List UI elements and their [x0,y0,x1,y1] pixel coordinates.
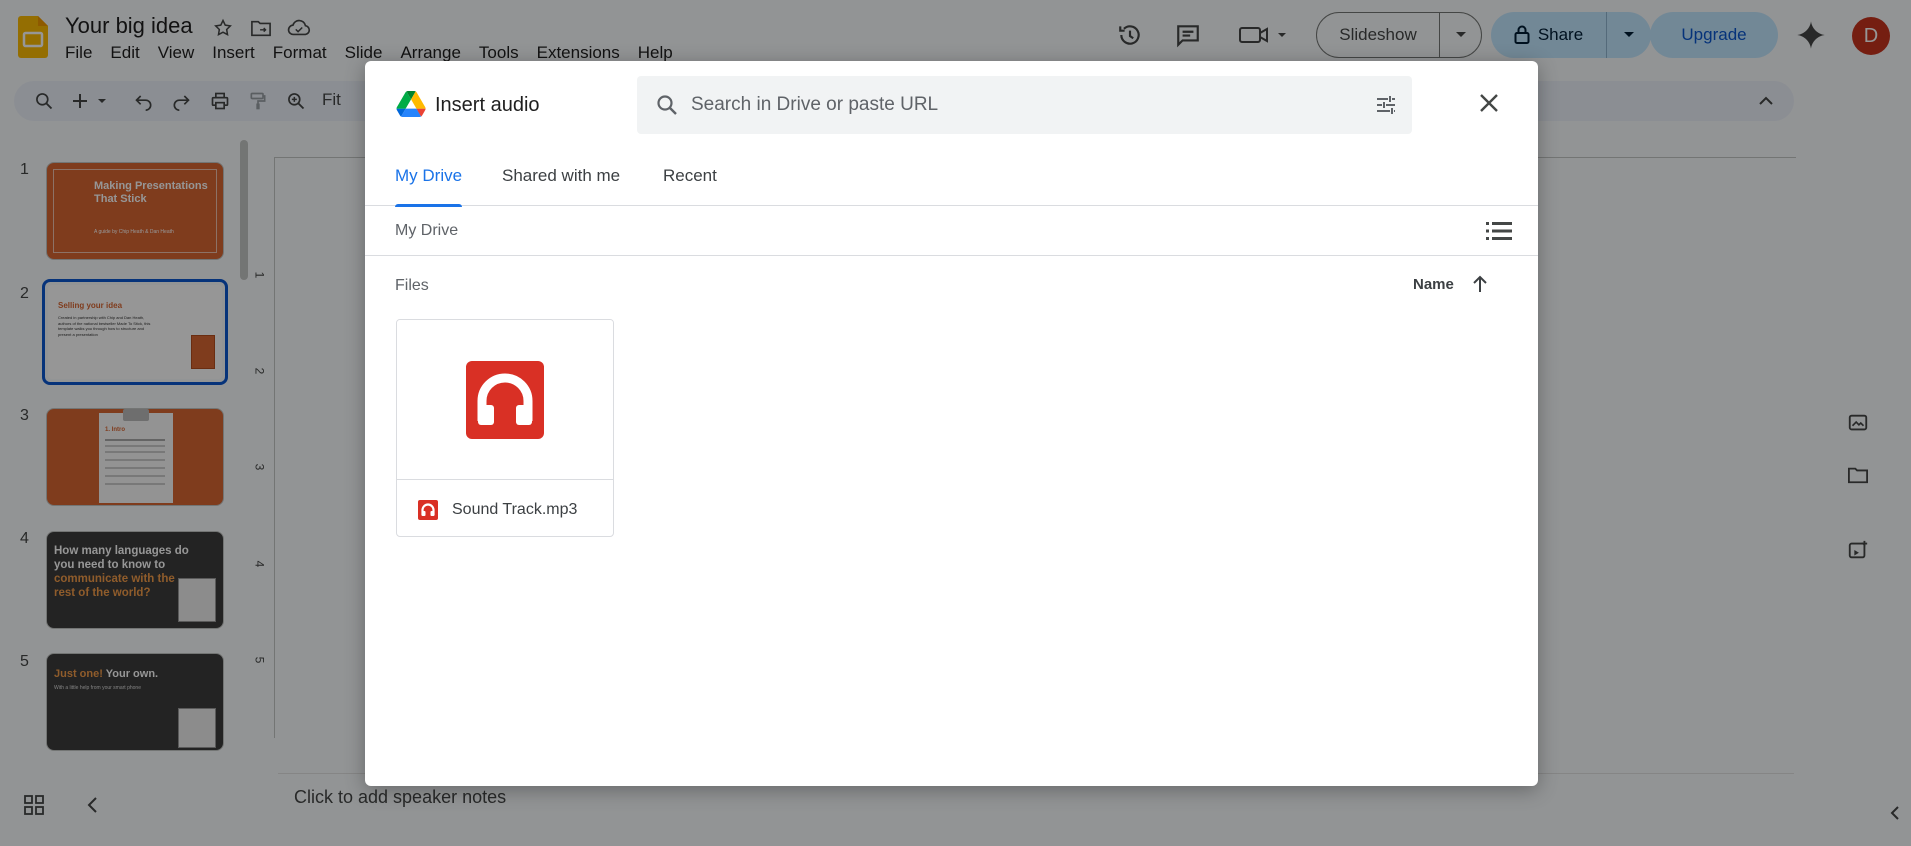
file-footer: Sound Track.mp3 [397,481,613,536]
files-section-label: Files [395,277,429,294]
tab-shared-with-me[interactable]: Shared with me [502,166,620,206]
breadcrumb[interactable]: My Drive [395,222,458,240]
tab-recent[interactable]: Recent [663,166,717,206]
file-name: Sound Track.mp3 [452,500,578,518]
search-options-icon[interactable] [1374,93,1398,122]
search-icon [655,93,679,122]
audio-file-icon [466,360,544,439]
google-drive-icon [396,91,426,122]
tab-my-drive[interactable]: My Drive [395,166,463,207]
list-view-icon[interactable] [1485,220,1513,247]
file-card[interactable]: Sound Track.mp3 [396,319,614,537]
drive-search-bar [637,76,1412,134]
sort-label[interactable]: Name [1413,276,1454,293]
dialog-title: Insert audio [435,94,540,116]
sort-ascending-icon[interactable] [1472,275,1488,293]
insert-audio-dialog: Insert audio My Drive Shared with me Rec… [365,61,1538,786]
audio-file-small-icon [418,499,438,520]
breadcrumb-bar: My Drive [365,206,1538,256]
search-input[interactable] [691,90,1351,120]
drive-tabs: My Drive Shared with me Recent [365,161,1538,207]
sort-by-name[interactable]: Name [1413,275,1488,293]
file-preview [397,320,613,480]
close-icon[interactable] [1478,92,1500,119]
